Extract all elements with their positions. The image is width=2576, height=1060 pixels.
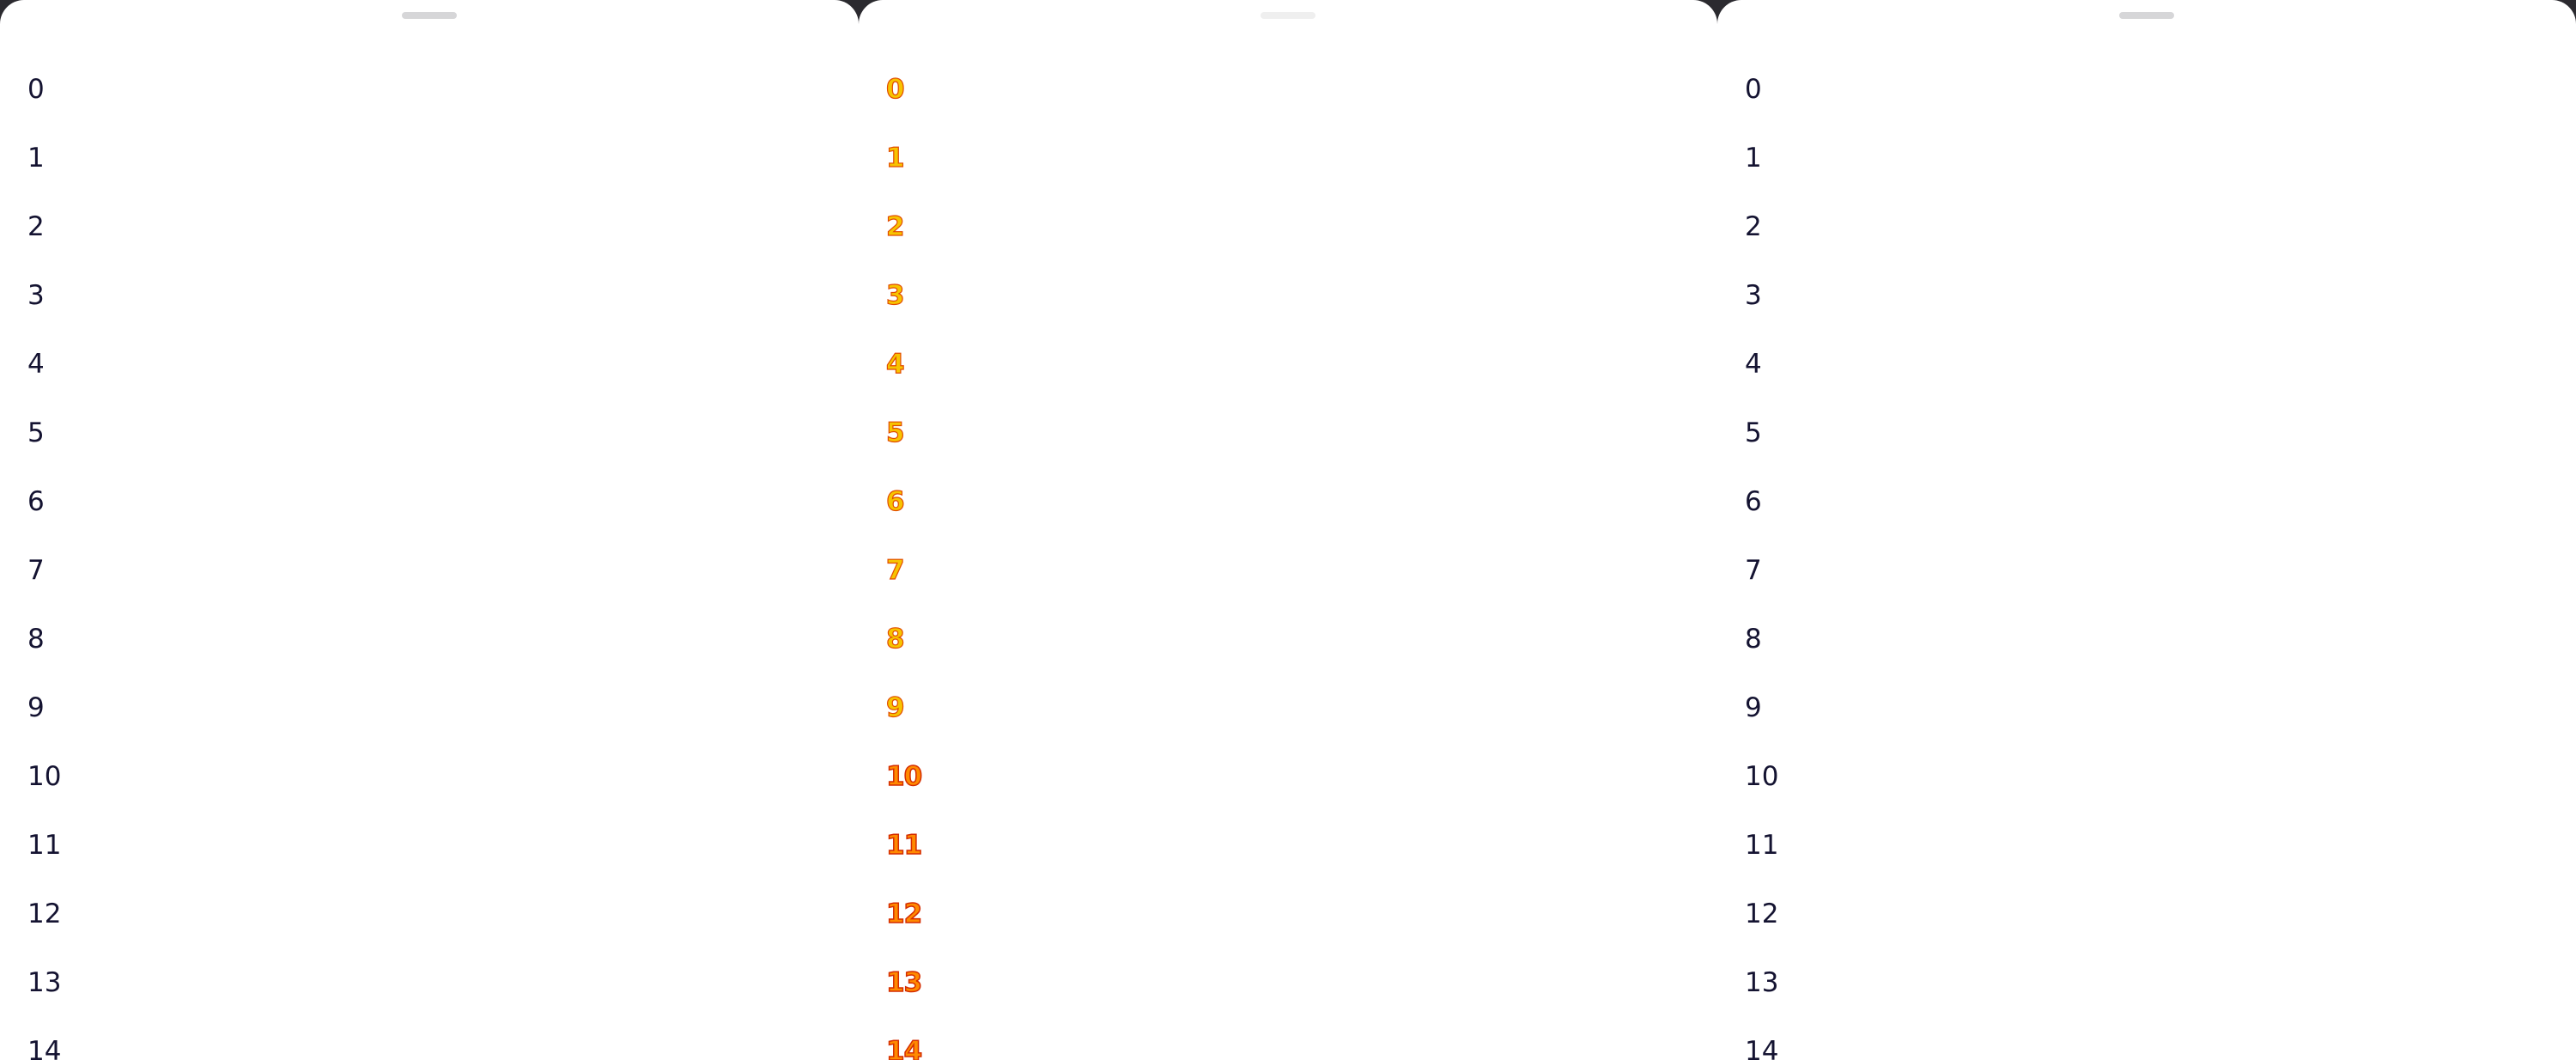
drag-handle[interactable] bbox=[2119, 12, 2174, 19]
list-item[interactable]: 4 bbox=[27, 344, 859, 412]
list-item[interactable]: 3 bbox=[885, 275, 1717, 344]
drag-handle[interactable] bbox=[402, 12, 457, 19]
list-item[interactable]: 1 bbox=[1745, 137, 2576, 206]
list-item[interactable]: 4 bbox=[1745, 344, 2576, 412]
list-item[interactable]: 6 bbox=[1745, 481, 2576, 550]
list-item[interactable]: 12 bbox=[27, 893, 859, 962]
list-item[interactable]: 2 bbox=[1745, 206, 2576, 275]
list-item[interactable]: 4 bbox=[885, 344, 1717, 412]
list-item[interactable]: 0 bbox=[1745, 69, 2576, 137]
number-list: 0 1 2 3 4 5 6 7 8 9 10 11 12 13 14 bbox=[885, 69, 1717, 1060]
list-item[interactable]: 3 bbox=[27, 275, 859, 344]
list-item[interactable]: 13 bbox=[885, 962, 1717, 1031]
list-item[interactable]: 11 bbox=[885, 825, 1717, 893]
list-item[interactable]: 13 bbox=[1745, 962, 2576, 1031]
number-list: 0 1 2 3 4 5 6 7 8 9 10 11 12 13 14 bbox=[1745, 69, 2576, 1060]
bottom-sheet-left: 0 1 2 3 4 5 6 7 8 9 10 11 12 13 14 bbox=[0, 0, 859, 1060]
drag-handle[interactable] bbox=[1261, 12, 1315, 19]
list-item[interactable]: 5 bbox=[27, 412, 859, 481]
list-item[interactable]: 0 bbox=[885, 69, 1717, 137]
list-item[interactable]: 11 bbox=[27, 825, 859, 893]
list-item[interactable]: 11 bbox=[1745, 825, 2576, 893]
list-item[interactable]: 8 bbox=[27, 618, 859, 687]
list-item[interactable]: 1 bbox=[885, 137, 1717, 206]
list-item[interactable]: 14 bbox=[885, 1031, 1717, 1060]
list-item[interactable]: 6 bbox=[885, 481, 1717, 550]
list-item[interactable]: 3 bbox=[1745, 275, 2576, 344]
list-item[interactable]: 1 bbox=[27, 137, 859, 206]
screen: 0 1 2 3 4 5 6 7 8 9 10 11 12 13 14 0 1 2… bbox=[0, 0, 2576, 1060]
list-item[interactable]: 8 bbox=[885, 618, 1717, 687]
list-item[interactable]: 7 bbox=[1745, 550, 2576, 618]
list-item[interactable]: 9 bbox=[27, 687, 859, 756]
list-item[interactable]: 14 bbox=[1745, 1031, 2576, 1060]
list-item[interactable]: 7 bbox=[885, 550, 1717, 618]
list-item[interactable]: 10 bbox=[27, 756, 859, 825]
list-item[interactable]: 14 bbox=[27, 1031, 859, 1060]
list-item[interactable]: 5 bbox=[1745, 412, 2576, 481]
bottom-sheet-middle: 0 1 2 3 4 5 6 7 8 9 10 11 12 13 14 bbox=[859, 0, 1717, 1060]
list-item[interactable]: 12 bbox=[885, 893, 1717, 962]
list-item[interactable]: 6 bbox=[27, 481, 859, 550]
bottom-sheet-right: 0 1 2 3 4 5 6 7 8 9 10 11 12 13 14 bbox=[1717, 0, 2576, 1060]
list-item[interactable]: 10 bbox=[1745, 756, 2576, 825]
list-item[interactable]: 0 bbox=[27, 69, 859, 137]
number-list: 0 1 2 3 4 5 6 7 8 9 10 11 12 13 14 bbox=[27, 69, 859, 1060]
list-item[interactable]: 2 bbox=[885, 206, 1717, 275]
list-item[interactable]: 10 bbox=[885, 756, 1717, 825]
list-item[interactable]: 5 bbox=[885, 412, 1717, 481]
list-item[interactable]: 8 bbox=[1745, 618, 2576, 687]
list-item[interactable]: 2 bbox=[27, 206, 859, 275]
list-item[interactable]: 9 bbox=[885, 687, 1717, 756]
list-item[interactable]: 13 bbox=[27, 962, 859, 1031]
list-item[interactable]: 12 bbox=[1745, 893, 2576, 962]
list-item[interactable]: 7 bbox=[27, 550, 859, 618]
list-item[interactable]: 9 bbox=[1745, 687, 2576, 756]
